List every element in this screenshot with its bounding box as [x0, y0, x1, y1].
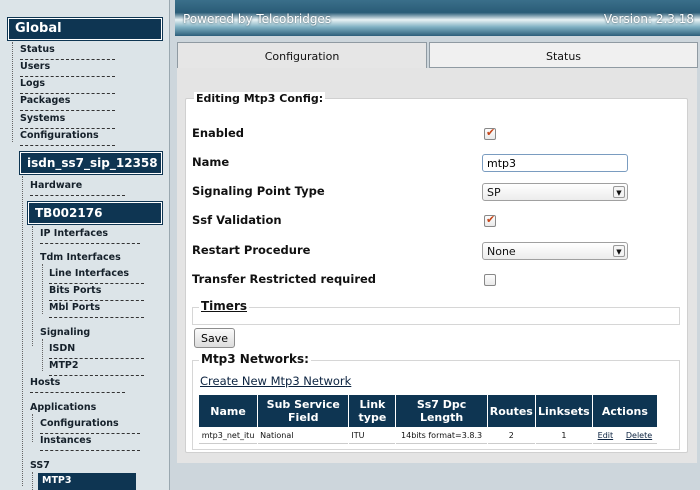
sidebar-item-ip-interfaces[interactable]: IP Interfaces — [40, 228, 140, 244]
name-field[interactable] — [482, 154, 628, 172]
networks-table: Name Sub Service Field Link type Ss7 Dpc… — [198, 394, 658, 445]
enabled-checkbox[interactable] — [484, 126, 496, 140]
content-area: Editing Mtp3 Config: Enabled Name Signal… — [177, 68, 697, 463]
signaling-point-type-select[interactable]: SP ▼ — [482, 183, 628, 201]
cell-routes: 2 — [487, 428, 535, 444]
sidebar-item-mtp2[interactable]: MTP2 — [49, 360, 144, 376]
cell-actions: Edit Delete — [592, 428, 657, 444]
cell-ssf: National — [258, 428, 349, 444]
ssf-validation-checkbox[interactable] — [484, 213, 496, 227]
tree-line — [32, 472, 33, 490]
save-button[interactable]: Save — [194, 328, 236, 348]
tree-line — [32, 414, 33, 442]
sidebar-item-ss7[interactable]: SS7 — [30, 460, 50, 471]
name-label: Name — [192, 155, 230, 169]
mtp3-networks-title: Mtp3 Networks: — [199, 352, 311, 366]
timers-fieldset: Timers — [192, 299, 680, 325]
sidebar-item-bits-ports[interactable]: Bits Ports — [49, 285, 144, 301]
cell-linksets: 1 — [535, 428, 592, 444]
signaling-point-type-value: SP — [487, 186, 501, 199]
sidebar-item-line-interfaces[interactable]: Line Interfaces — [49, 268, 144, 284]
restart-procedure-select[interactable]: None ▼ — [482, 242, 628, 260]
column-header-routes: Routes — [487, 395, 535, 427]
sidebar-item-mbl-ports[interactable]: Mbl Ports — [49, 302, 144, 318]
sidebar-item-status[interactable]: Status — [20, 44, 115, 60]
column-header-ssf: Sub Service Field — [258, 395, 349, 427]
column-header-link-type: Link type — [349, 395, 396, 427]
chevron-down-icon: ▼ — [613, 186, 625, 198]
cell-dpc: 14bits format=3.8.3 — [396, 428, 487, 444]
table-header-row: Name Sub Service Field Link type Ss7 Dpc… — [199, 395, 657, 427]
column-header-name: Name — [199, 395, 258, 427]
tree-line — [22, 176, 23, 486]
sidebar-item-packages[interactable]: Packages — [20, 95, 115, 111]
sidebar-item-mtp3[interactable]: MTP3 — [38, 473, 136, 490]
signaling-point-type-label: Signaling Point Type — [192, 184, 325, 198]
tree-line — [12, 42, 13, 142]
version-text: Version: 2.3.18 — [603, 12, 694, 26]
top-banner: Powered by Telcobridges Version: 2.3.18 — [175, 0, 700, 36]
tree-line — [42, 339, 43, 371]
delete-link[interactable]: Delete — [626, 431, 652, 440]
tab-bar: Configuration Status — [175, 38, 700, 68]
column-header-linksets: Linksets — [535, 395, 592, 427]
sidebar-item-signaling[interactable]: Signaling — [40, 327, 90, 338]
brand-text: Powered by Telcobridges — [183, 12, 332, 26]
enabled-label: Enabled — [192, 126, 245, 140]
sidebar-item-configurations[interactable]: Configurations — [20, 130, 115, 146]
sidebar-item-isdn[interactable]: ISDN — [49, 343, 144, 359]
sidebar-item-systems[interactable]: Systems — [20, 113, 115, 129]
column-header-actions: Actions — [592, 395, 657, 427]
transfer-restricted-label: Transfer Restricted required — [192, 272, 377, 286]
cell-link-type: ITU — [349, 428, 396, 444]
sidebar-item-hosts[interactable]: Hosts — [30, 377, 125, 393]
sidebar-header-configuration[interactable]: isdn_ss7_sip_12358 — [19, 151, 163, 175]
edit-panel: Editing Mtp3 Config: Enabled Name Signal… — [185, 92, 688, 453]
sidebar-item-users[interactable]: Users — [20, 61, 115, 77]
sidebar-item-hardware[interactable]: Hardware — [30, 180, 125, 196]
sidebar-item-applications[interactable]: Applications — [30, 402, 96, 413]
edit-link[interactable]: Edit — [598, 431, 614, 440]
column-header-dpc: Ss7 Dpc Length — [396, 395, 487, 427]
transfer-restricted-checkbox[interactable] — [484, 274, 496, 286]
restart-procedure-value: None — [487, 245, 516, 258]
sidebar-item-tdm-interfaces[interactable]: Tdm Interfaces — [40, 252, 121, 263]
sidebar-header-global[interactable]: Global — [7, 17, 163, 41]
tree-line — [32, 226, 33, 346]
sidebar-header-device[interactable]: TB002176 — [27, 201, 163, 225]
sidebar-item-instances[interactable]: Instances — [40, 435, 140, 451]
ssf-validation-label: Ssf Validation — [192, 213, 282, 227]
restart-procedure-label: Restart Procedure — [192, 243, 311, 257]
timers-toggle[interactable]: Timers — [199, 299, 250, 313]
sidebar: Global Status Users Logs Packages System… — [0, 0, 170, 490]
chevron-down-icon: ▼ — [613, 245, 625, 257]
table-row: mtp3_net_itu National ITU 14bits format=… — [199, 428, 657, 444]
create-network-link[interactable]: Create New Mtp3 Network — [200, 374, 351, 388]
tree-line — [42, 264, 43, 314]
tab-status[interactable]: Status — [429, 42, 698, 68]
panel-title: Editing Mtp3 Config: — [194, 92, 326, 105]
sidebar-item-app-configurations[interactable]: Configurations — [40, 418, 140, 434]
sidebar-item-logs[interactable]: Logs — [20, 78, 115, 94]
tab-configuration[interactable]: Configuration — [177, 42, 427, 68]
cell-name: mtp3_net_itu — [199, 428, 258, 444]
